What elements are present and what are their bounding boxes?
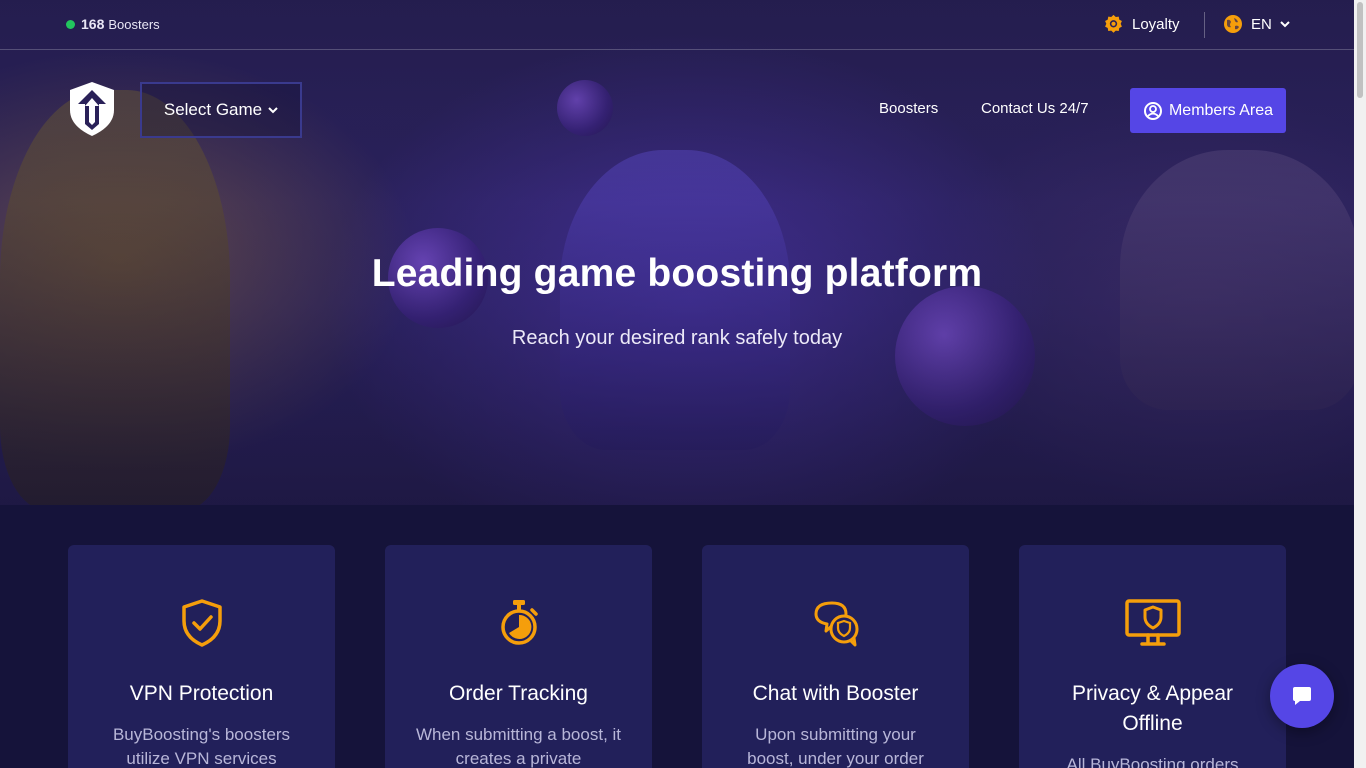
stopwatch-icon [500, 600, 538, 645]
online-boosters: 168 Boosters [66, 16, 160, 32]
page-scrollbar[interactable] [1354, 0, 1366, 768]
user-circle-icon [1143, 101, 1162, 120]
nav-boosters-link[interactable]: Boosters [879, 100, 938, 117]
feature-title: Order Tracking [449, 682, 588, 705]
nav-contact-link[interactable]: Contact Us 24/7 [981, 100, 1089, 117]
loyalty-link[interactable]: Loyalty [1103, 14, 1180, 35]
feature-desc: BuyBoosting's boosters utilize VPN servi… [112, 725, 291, 768]
language-selector[interactable]: EN [1223, 14, 1290, 34]
chevron-down-icon [268, 107, 278, 114]
hero-title: Leading game boosting platform [371, 252, 983, 295]
chat-icon [1293, 687, 1311, 705]
select-game-dropdown[interactable]: Select Game [140, 82, 302, 138]
feature-title: Chat with Booster [752, 682, 919, 705]
chat-bubbles-icon [814, 601, 858, 647]
feature-card-tracking: Order Tracking When submitting a boost, … [385, 545, 652, 768]
online-label: Boosters [108, 16, 160, 32]
site-logo[interactable] [66, 80, 118, 138]
feature-card-chat: Chat with Booster Upon submitting your b… [702, 545, 969, 768]
feature-card-privacy: Privacy & Appear Offline All BuyBoosting… [1019, 545, 1286, 768]
members-area-label: Members Area [1168, 101, 1274, 119]
top-bar: 168 Boosters Loyalty EN [0, 0, 1354, 50]
feature-card-vpn: VPN Protection BuyBoosting's boosters ut… [68, 545, 335, 768]
feature-title: VPN Protection [129, 682, 274, 705]
language-label: EN [1251, 15, 1272, 33]
divider [1204, 12, 1205, 38]
feature-title: Privacy & Appear Offline [1071, 682, 1234, 735]
scrollbar-thumb[interactable] [1357, 2, 1363, 98]
online-dot-icon [66, 19, 75, 29]
feature-desc: All BuyBoosting orders [1066, 755, 1239, 768]
chevron-down-icon [1280, 21, 1290, 28]
globe-icon [1224, 15, 1242, 33]
live-chat-button[interactable] [1270, 664, 1334, 728]
select-game-label: Select Game [163, 100, 263, 119]
monitor-shield-icon [1124, 599, 1181, 646]
feature-desc: When submitting a boost, it creates a pr… [415, 725, 622, 768]
feature-desc: Upon submitting your boost, under your o… [747, 725, 924, 768]
online-count: 168 [81, 16, 105, 32]
members-area-button[interactable]: Members Area [1130, 88, 1286, 133]
loyalty-badge-icon [1105, 14, 1122, 33]
hero-subtitle: Reach your desired rank safely today [511, 327, 843, 349]
loyalty-label: Loyalty [1132, 16, 1180, 33]
shield-check-icon [181, 599, 222, 647]
